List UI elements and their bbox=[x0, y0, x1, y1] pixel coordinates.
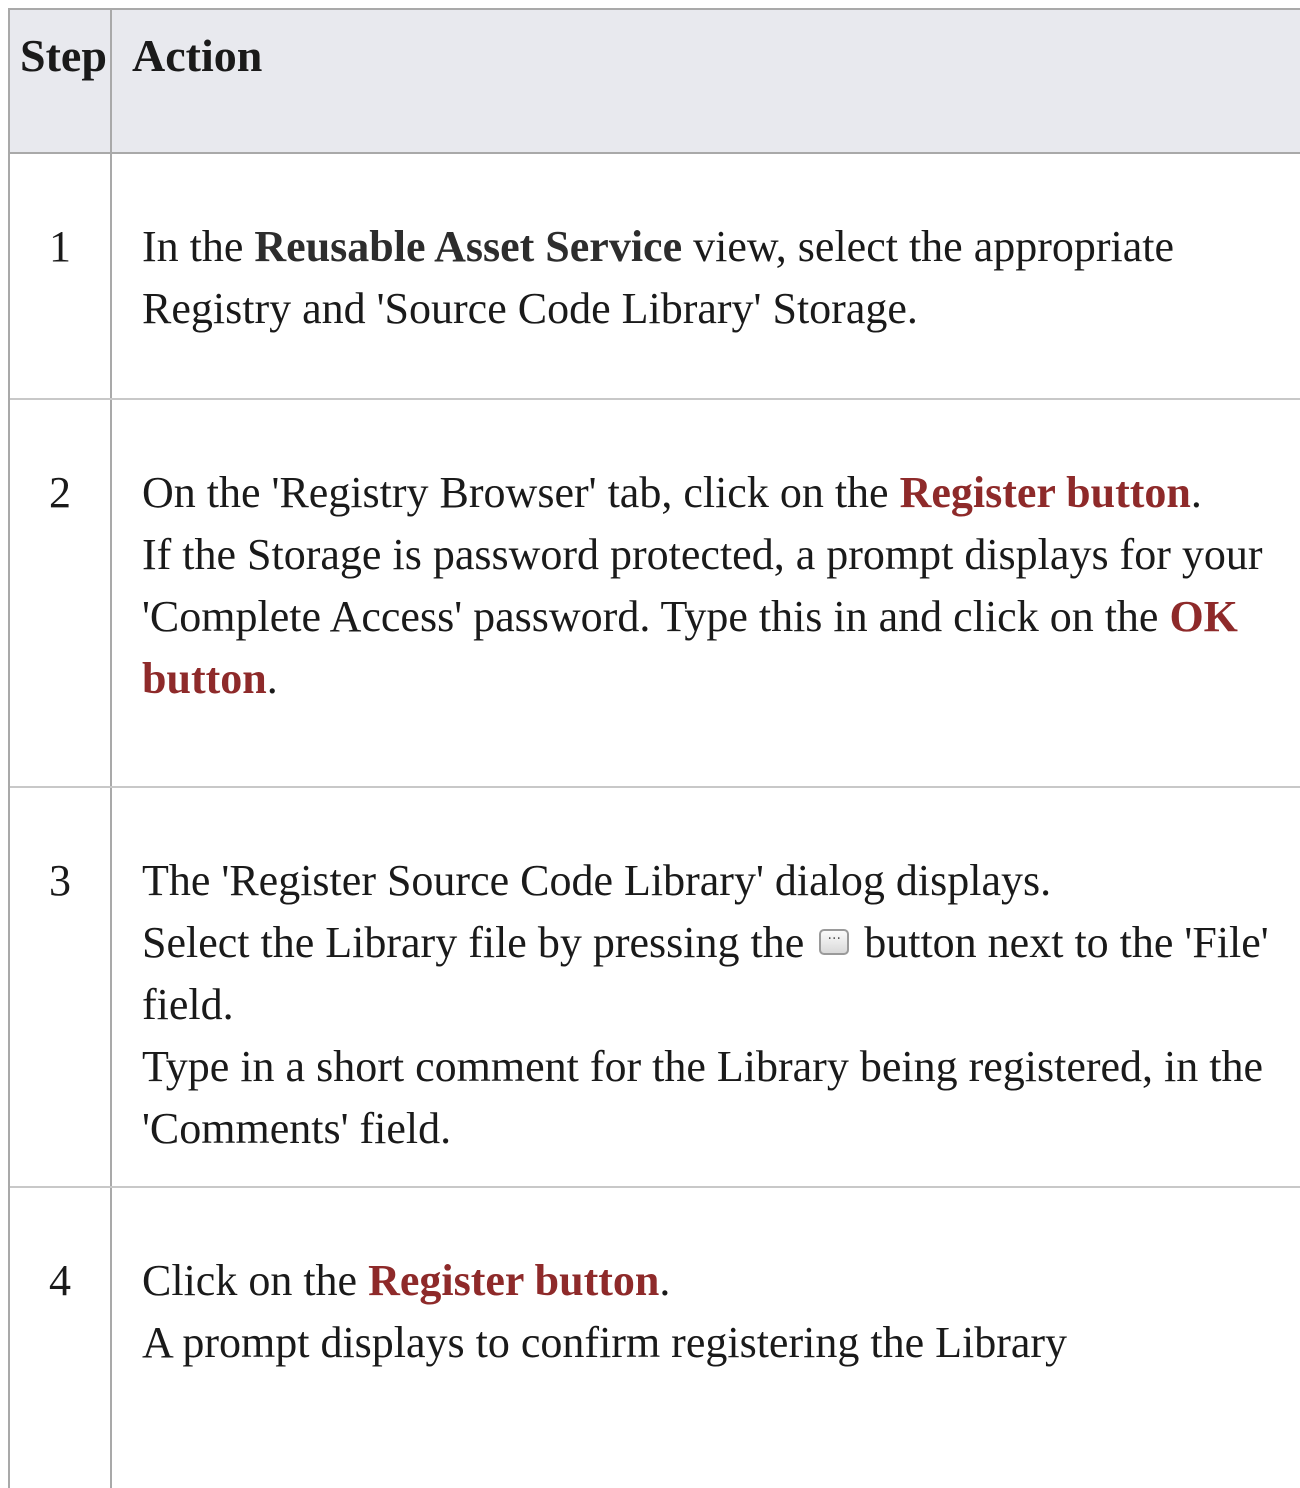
action-text: On the 'Registry Browser' tab, click on … bbox=[142, 468, 900, 517]
step-number: 2 bbox=[10, 400, 112, 786]
action-text: . bbox=[659, 1256, 671, 1305]
register-button-link[interactable]: Register button bbox=[900, 468, 1191, 517]
action-paragraph: Click on the Register button. bbox=[142, 1250, 1300, 1312]
action-text: In the bbox=[142, 222, 255, 271]
table-header-row: Step Action bbox=[10, 10, 1300, 154]
ellipsis-browse-button-icon bbox=[819, 925, 850, 955]
action-cell: The 'Register Source Code Library' dialo… bbox=[112, 788, 1300, 1186]
action-text: Click on the bbox=[142, 1256, 369, 1305]
action-paragraph: If the Storage is password protected, a … bbox=[142, 524, 1300, 710]
table-row: 4 Click on the Register button. A prompt… bbox=[10, 1188, 1300, 1488]
action-text: If the Storage is password protected, a … bbox=[142, 530, 1263, 641]
table-row: 3 The 'Register Source Code Library' dia… bbox=[10, 788, 1300, 1188]
step-number: 1 bbox=[10, 154, 112, 398]
action-cell: In the Reusable Asset Service view, sele… bbox=[112, 154, 1300, 398]
step-number: 3 bbox=[10, 788, 112, 1186]
action-paragraph: Type in a short comment for the Library … bbox=[142, 1042, 1264, 1153]
table-row: 2 On the 'Registry Browser' tab, click o… bbox=[10, 400, 1300, 788]
action-paragraph: In the Reusable Asset Service view, sele… bbox=[142, 216, 1300, 340]
action-paragraph: A prompt displays to confirm registering… bbox=[142, 1318, 1068, 1367]
step-number: 4 bbox=[10, 1188, 112, 1488]
action-text: . bbox=[266, 654, 278, 703]
action-paragraph: Select the Library file by pressing the … bbox=[142, 912, 1300, 1036]
action-text: . bbox=[1190, 468, 1202, 517]
reusable-asset-service-label: Reusable Asset Service bbox=[254, 222, 683, 271]
step-column-header: Step bbox=[10, 10, 112, 152]
action-paragraph: On the 'Registry Browser' tab, click on … bbox=[142, 462, 1300, 524]
action-text: Select the Library file by pressing the bbox=[142, 918, 816, 967]
action-column-header: Action bbox=[132, 30, 263, 81]
register-button-link[interactable]: Register button bbox=[368, 1256, 659, 1305]
steps-table: Step Action 1 In the Reusable Asset Serv… bbox=[8, 8, 1300, 1488]
action-cell: On the 'Registry Browser' tab, click on … bbox=[112, 400, 1300, 786]
table-row: 1 In the Reusable Asset Service view, se… bbox=[10, 154, 1300, 400]
action-cell: Click on the Register button. A prompt d… bbox=[112, 1188, 1300, 1488]
action-paragraph: The 'Register Source Code Library' dialo… bbox=[142, 856, 1052, 905]
